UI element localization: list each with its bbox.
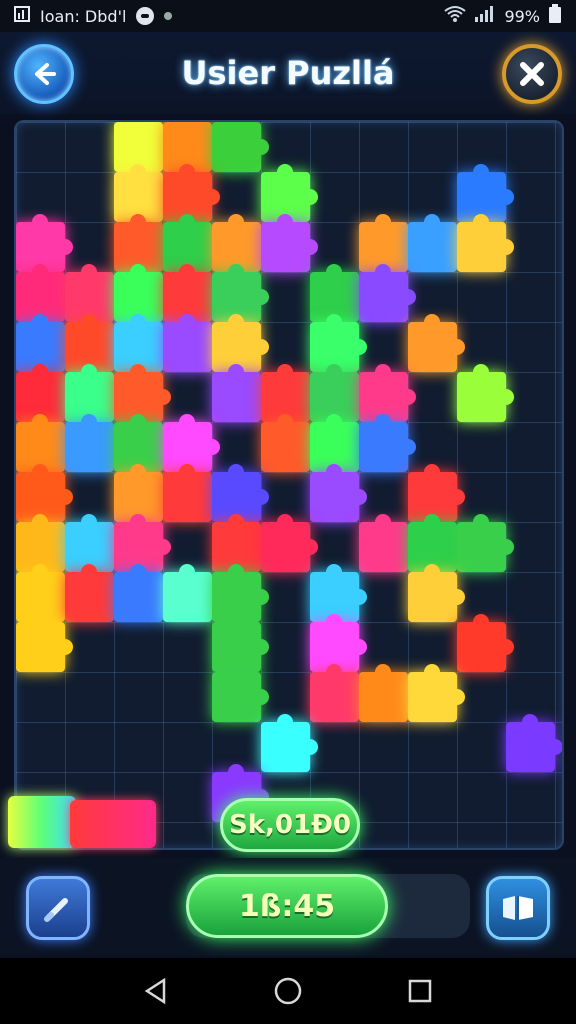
nav-back-button[interactable] xyxy=(136,971,176,1011)
dot-icon xyxy=(164,12,173,20)
status-right: 99% xyxy=(444,4,562,28)
battery-icon xyxy=(548,4,562,28)
puzzle-piece[interactable] xyxy=(261,414,318,472)
page-title: Usier Puzllá xyxy=(181,54,395,92)
arrow-left-icon xyxy=(35,63,56,85)
gallery-icon xyxy=(14,6,30,26)
circle-home-icon xyxy=(274,977,302,1005)
nav-recent-button[interactable] xyxy=(400,971,440,1011)
puzzle-piece[interactable] xyxy=(408,314,465,372)
square-recent-icon xyxy=(408,979,432,1003)
puzzle-piece[interactable] xyxy=(163,314,220,372)
puzzle-piece[interactable] xyxy=(359,514,416,572)
puzzle-piece[interactable] xyxy=(16,614,73,672)
puzzle-piece[interactable] xyxy=(261,714,318,772)
pieces-icon xyxy=(503,896,533,920)
triangle-back-icon xyxy=(144,977,166,1005)
puzzle-piece[interactable] xyxy=(163,464,220,522)
puzzle-piece[interactable] xyxy=(506,714,562,772)
status-left: Ioan: Dbd'l xyxy=(14,6,444,26)
hint-button[interactable] xyxy=(26,876,90,940)
puzzle-piece[interactable] xyxy=(212,664,269,722)
puzzle-piece[interactable] xyxy=(359,264,416,322)
close-icon xyxy=(520,62,544,86)
battery-percent: 99% xyxy=(504,6,540,26)
puzzle-piece[interactable] xyxy=(261,214,318,272)
header: Usier Puzllá xyxy=(0,32,576,114)
system-nav-bar xyxy=(0,958,576,1024)
timer-display: 1ß:45 xyxy=(186,874,388,938)
loose-puzzle-piece[interactable] xyxy=(8,786,156,850)
puzzle-piece[interactable] xyxy=(408,214,465,272)
puzzle-piece[interactable] xyxy=(212,364,269,422)
status-bar: Ioan: Dbd'l 99% xyxy=(0,0,576,32)
puzzle-piece[interactable] xyxy=(359,664,416,722)
puzzle-piece[interactable] xyxy=(114,564,171,622)
pieces-button[interactable] xyxy=(486,876,550,940)
bottom-controls: 1ß:45 xyxy=(0,858,576,956)
puzzle-piece[interactable] xyxy=(212,122,269,172)
nav-home-button[interactable] xyxy=(268,971,308,1011)
puzzle-piece[interactable] xyxy=(457,214,514,272)
puzzle-piece[interactable] xyxy=(310,464,367,522)
puzzle-piece[interactable] xyxy=(408,664,465,722)
puzzle-board[interactable] xyxy=(14,120,564,850)
puzzle-piece[interactable] xyxy=(261,514,318,572)
wand-icon xyxy=(44,898,68,922)
puzzle-piece[interactable] xyxy=(457,364,514,422)
puzzle-piece[interactable] xyxy=(65,564,122,622)
puzzle-piece[interactable] xyxy=(457,614,514,672)
puzzle-piece[interactable] xyxy=(310,664,367,722)
puzzle-piece[interactable] xyxy=(65,414,122,472)
signal-icon xyxy=(474,5,496,27)
puzzle-piece[interactable] xyxy=(359,414,416,472)
loose-piece-left[interactable] xyxy=(8,796,76,848)
puzzle-piece[interactable] xyxy=(163,564,220,622)
loose-piece-right[interactable] xyxy=(70,800,156,848)
puzzle-piece[interactable] xyxy=(457,514,514,572)
puzzle-piece[interactable] xyxy=(408,564,465,622)
status-carrier-text: Ioan: Dbd'l xyxy=(40,6,127,26)
score-display: Sk,01Ð0 xyxy=(220,798,360,852)
wifi-icon xyxy=(444,5,467,27)
notification-icon xyxy=(136,7,155,25)
back-button[interactable] xyxy=(14,44,74,104)
close-button[interactable] xyxy=(502,44,562,104)
